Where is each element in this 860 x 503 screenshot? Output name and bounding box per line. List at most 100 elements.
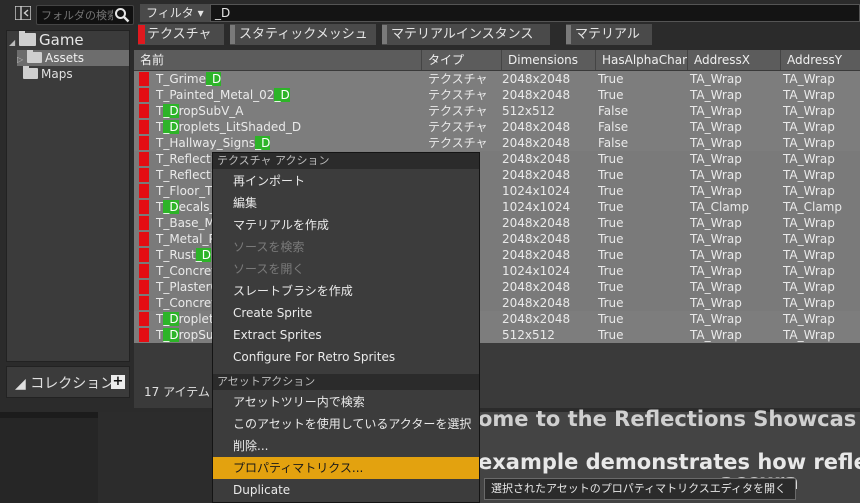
- column-header-address-x[interactable]: AddressX: [688, 50, 781, 70]
- asset-name: T_Painted_Metal_02_D: [156, 87, 290, 103]
- chevron-down-icon: ▾: [197, 6, 204, 20]
- cell-ax: TA_Wrap: [690, 296, 742, 310]
- menu-item[interactable]: Duplicate: [213, 479, 479, 501]
- menu-item[interactable]: このアセットを使用しているアクターを選択: [213, 413, 479, 435]
- tree-item-assets[interactable]: ▷ Assets: [17, 50, 129, 66]
- collections-label[interactable]: ◢ コレクション: [15, 373, 114, 393]
- asset-row[interactable]: T_Hallway_Signs_D テクスチャ 2048x2048 False TA_W…: [134, 135, 860, 151]
- menu-item[interactable]: アセットツリー内で検索: [213, 391, 479, 413]
- search-match-highlight: _D: [195, 248, 211, 262]
- asset-name: T_DropSubV_A: [156, 103, 243, 119]
- expanded-arrow-icon[interactable]: ◢: [9, 35, 19, 51]
- sources-toggle-icon[interactable]: [14, 5, 32, 24]
- context-menu: テクスチャ アクション 再インポート 編集 マテリアルを作成 ソースを検索 ソースを開く…: [212, 152, 480, 503]
- chip-label: スタティックメッシュ: [239, 27, 368, 42]
- column-header-row: 名前 タイプ Dimensions HasAlphaChannel Addres…: [134, 50, 860, 70]
- column-header-name[interactable]: 名前: [134, 50, 422, 70]
- cell-ax: TA_Wrap: [690, 120, 742, 134]
- asset-name-part: ropSubV_A: [178, 104, 244, 118]
- cell-dim: 2048x2048: [502, 72, 571, 86]
- cell-ax: TA_Wrap: [690, 280, 742, 294]
- search-icon[interactable]: [114, 7, 130, 23]
- tree-item-maps[interactable]: Maps: [23, 66, 73, 82]
- asset-row[interactable]: T_Grime_D テクスチャ 2048x2048 True TA_Wrap TA_Wra…: [134, 71, 860, 87]
- cell-alpha: True: [598, 328, 624, 342]
- add-collection-button[interactable]: +: [111, 375, 125, 389]
- asset-row[interactable]: T_Droplets_LitShaded_D テクスチャ 2048x2048 Fals…: [134, 119, 860, 135]
- cell-dim: 1024x1024: [502, 200, 571, 214]
- asset-name-part: T_Floor_Ti: [156, 184, 216, 198]
- menu-item[interactable]: 再インポート: [213, 170, 479, 192]
- menu-item[interactable]: スレートブラシを作成: [213, 280, 479, 302]
- cell-ay: TA_Wrap: [783, 232, 835, 246]
- texture-asset-icon: [139, 88, 149, 102]
- texture-asset-icon: [139, 200, 149, 214]
- cell-alpha: False: [598, 104, 629, 118]
- cell-ay: TA_Wrap: [783, 312, 835, 326]
- viewport-panel: [98, 412, 214, 503]
- filter-chip-texture[interactable]: テクスチャ: [138, 24, 224, 45]
- asset-search-input[interactable]: _D: [210, 4, 860, 22]
- cell-alpha: True: [598, 216, 624, 230]
- menu-item[interactable]: マテリアルを作成: [213, 214, 479, 236]
- filter-chip-material-instance[interactable]: マテリアルインスタンス: [382, 24, 550, 45]
- cell-dim: 2048x2048: [502, 312, 571, 326]
- column-header-address-y[interactable]: AddressY: [781, 50, 860, 70]
- chip-label: マテリアルインスタンス: [391, 27, 534, 42]
- chip-color-bar: [230, 25, 235, 44]
- filter-chip-material[interactable]: マテリアル: [566, 24, 652, 45]
- column-header-type[interactable]: タイプ: [422, 50, 502, 70]
- cell-ax: TA_Wrap: [690, 88, 742, 102]
- cell-type: テクスチャ: [428, 120, 488, 134]
- cell-ax: TA_Clamp: [690, 200, 749, 214]
- cell-alpha: True: [598, 88, 624, 102]
- search-match-highlight: _D: [255, 136, 271, 150]
- asset-row[interactable]: T_Painted_Metal_02_D テクスチャ 2048x2048 True TA…: [134, 87, 860, 103]
- menu-item[interactable]: Configure For Retro Sprites: [213, 346, 479, 368]
- cell-type: テクスチャ: [428, 136, 488, 150]
- asset-name-part: T_Plaster0: [156, 280, 219, 294]
- cell-dim: 2048x2048: [502, 136, 571, 150]
- texture-asset-icon: [139, 184, 149, 198]
- menu-item[interactable]: Create Sprite: [213, 302, 479, 324]
- filter-dropdown-button[interactable]: フィルタ ▾: [140, 4, 210, 22]
- cell-dim: 2048x2048: [502, 280, 571, 294]
- cell-type: テクスチャ: [428, 104, 488, 118]
- cell-ax: TA_Wrap: [690, 248, 742, 262]
- column-header-has-alpha[interactable]: HasAlphaChannel: [596, 50, 688, 70]
- asset-row[interactable]: T_DropSubV_A テクスチャ 512x512 False TA_Wrap TA_W…: [134, 103, 860, 119]
- menu-item[interactable]: プロパティマトリクス...: [213, 457, 479, 479]
- cell-ax: TA_Wrap: [690, 72, 742, 86]
- filter-chip-static-mesh[interactable]: スタティックメッシュ: [230, 24, 376, 45]
- collections-title: コレクション: [30, 376, 115, 392]
- folder-icon: [19, 31, 36, 46]
- search-match-highlight: _D: [274, 88, 290, 102]
- menu-item[interactable]: 削除...: [213, 435, 479, 457]
- asset-name: T_Hallway_Signs_D: [156, 135, 271, 151]
- cell-ay: TA_Wrap: [783, 248, 835, 262]
- asset-name-part: T_Painted_Metal_02: [156, 88, 275, 102]
- folder-search-input[interactable]: [41, 8, 113, 22]
- cell-alpha: True: [598, 184, 624, 198]
- cell-dim: 2048x2048: [502, 152, 571, 166]
- viewport-panel: [0, 418, 98, 503]
- tree-item-game[interactable]: ◢ Game: [9, 31, 84, 51]
- cell-dim: 1024x1024: [502, 184, 571, 198]
- search-match-highlight: _D: [163, 104, 179, 118]
- menu-item: ソースを開く: [233, 262, 305, 276]
- cell-ax: TA_Wrap: [690, 312, 742, 326]
- texture-asset-icon: [139, 312, 149, 326]
- menu-item[interactable]: Extract Sprites: [213, 324, 479, 346]
- menu-tooltip: 選択されたアセットのプロパティマトリクスエディタを開く: [484, 478, 796, 500]
- texture-asset-icon: [139, 280, 149, 294]
- cell-ax: TA_Wrap: [690, 232, 742, 246]
- viewport-text-line: example demonstrates how refle: [478, 450, 860, 474]
- menu-item[interactable]: 編集: [213, 192, 479, 214]
- asset-name: T_Metal_P: [156, 231, 216, 247]
- column-header-dimensions[interactable]: Dimensions: [502, 50, 596, 70]
- asset-name: T_Plaster0: [156, 279, 218, 295]
- cell-ay: TA_Clamp: [783, 200, 842, 214]
- cell-dim: 1024x1024: [502, 264, 571, 278]
- cell-ay: TA_Wrap: [783, 168, 835, 182]
- cell-ay: TA_Wrap: [783, 280, 835, 294]
